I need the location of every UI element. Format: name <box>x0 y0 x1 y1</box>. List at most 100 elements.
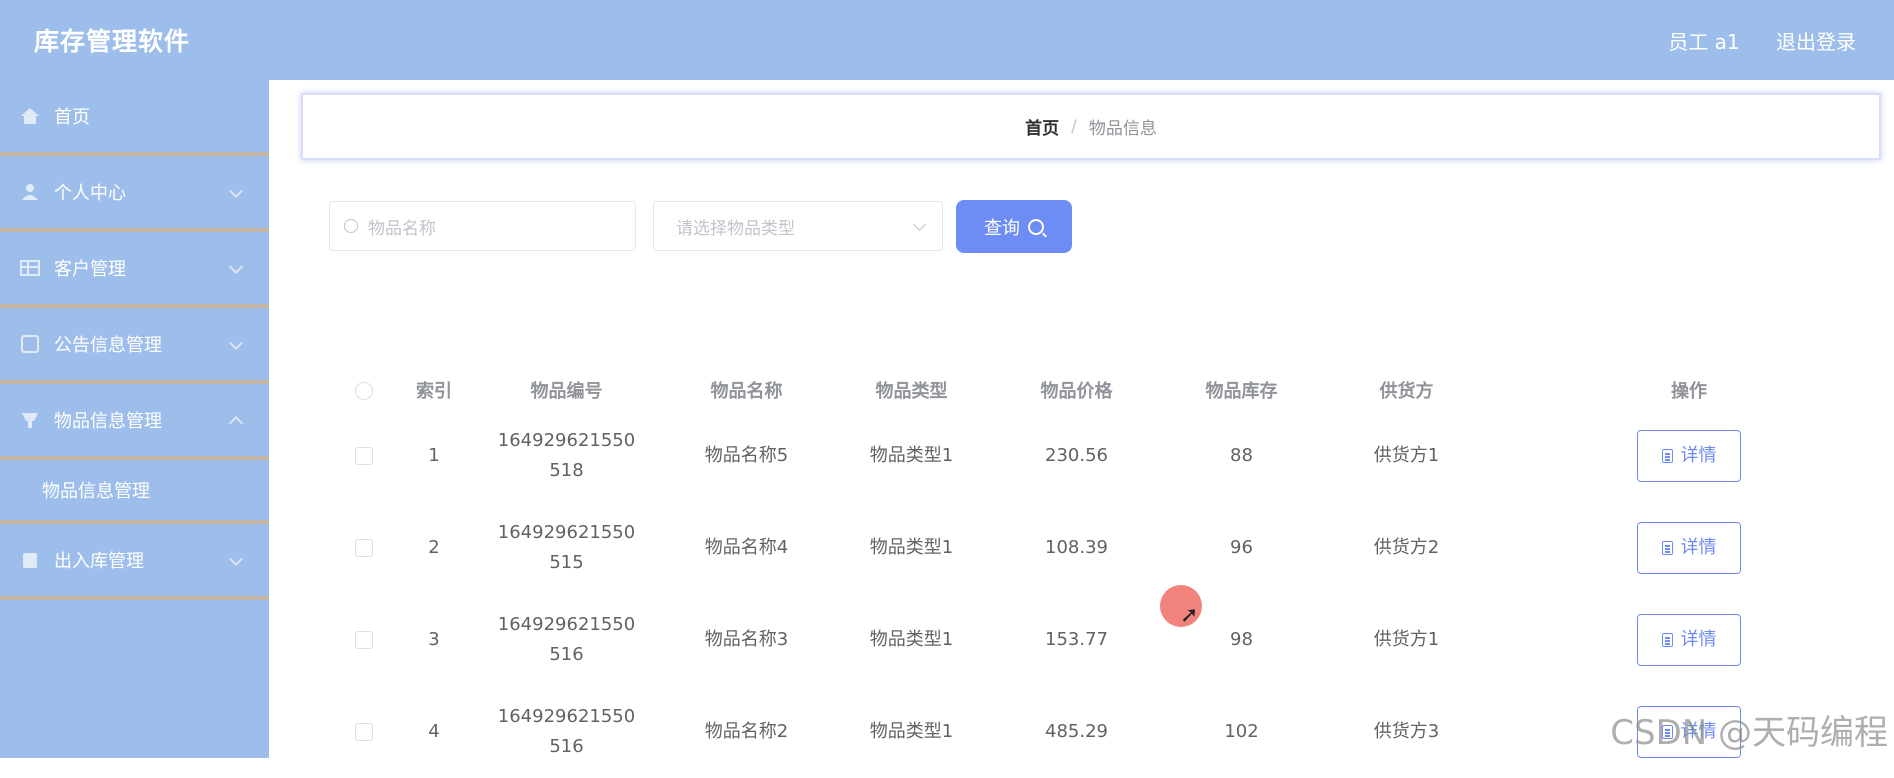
cell-code: 164929621550 515 <box>469 502 664 594</box>
cell-supplier: 供货方1 <box>1373 629 1440 650</box>
warehouse-icon <box>20 551 40 569</box>
cell-index: 4 <box>428 721 440 742</box>
type-select[interactable]: 请选择物品类型 <box>653 201 943 251</box>
document-icon <box>1661 541 1673 555</box>
row-checkbox[interactable] <box>355 539 373 557</box>
search-name-input[interactable]: 物品名称 <box>329 201 636 251</box>
cell-code-line2: 516 <box>549 644 584 665</box>
cell-type: 物品类型1 <box>869 445 954 466</box>
user-area: 员工 a1 退出登录 <box>1638 26 1856 55</box>
chevron-down-icon <box>228 259 244 275</box>
search-icon <box>344 219 358 233</box>
header-name: 物品名称 <box>710 381 783 402</box>
search-name-placeholder: 物品名称 <box>368 218 436 239</box>
cell-code-line2: 518 <box>549 460 584 481</box>
cell-stock: 88 <box>1230 445 1253 466</box>
sidebar-item-label: 出入库管理 <box>54 551 144 572</box>
user-icon <box>20 183 40 201</box>
breadcrumb-separator: / <box>1071 116 1077 137</box>
logout-link[interactable]: 退出登录 <box>1776 30 1856 54</box>
sidebar-subitem-goods-management[interactable]: 物品信息管理 <box>0 460 269 524</box>
select-all-checkbox[interactable] <box>355 381 373 400</box>
detail-button[interactable]: 详情 <box>1637 430 1741 482</box>
header-supplier: 供货方 <box>1379 381 1434 402</box>
cell-price: 485.29 <box>1045 721 1108 742</box>
table-icon <box>20 259 40 277</box>
cell-name: 物品名称3 <box>704 629 789 650</box>
sidebar-item-notices[interactable]: 公告信息管理 <box>0 308 269 384</box>
sidebar-item-label: 首页 <box>54 107 90 128</box>
sidebar-item-label: 客户管理 <box>54 259 126 280</box>
app-title: 库存管理软件 <box>34 27 191 56</box>
chevron-down-icon <box>228 183 244 199</box>
cell-supplier: 供货方3 <box>1373 721 1440 742</box>
detail-button-label: 详情 <box>1680 445 1717 466</box>
cell-code-line1: 164929621550 <box>497 614 636 635</box>
table-row: 1 164929621550 518 物品名称5 物品类型1 230.56 88 … <box>329 410 1889 502</box>
sidebar-item-home[interactable]: 首页 <box>0 80 269 156</box>
header-code: 物品编号 <box>530 381 603 402</box>
cell-price: 153.77 <box>1045 629 1108 650</box>
row-checkbox[interactable] <box>355 447 373 465</box>
cell-index: 2 <box>428 537 440 558</box>
user-label: 员工 a1 <box>1668 30 1740 54</box>
table-row: 2 164929621550 515 物品名称4 物品类型1 108.39 96 … <box>329 502 1889 594</box>
header-actions: 操作 <box>1671 381 1707 402</box>
sidebar-item-profile[interactable]: 个人中心 <box>0 156 269 232</box>
header-type: 物品类型 <box>875 381 948 402</box>
cell-code-line1: 164929621550 <box>497 706 636 727</box>
home-icon <box>20 107 40 125</box>
sidebar: 首页 个人中心 客户管理 公告信息管理 物品信息管理 物品信息管理 出入库管理 <box>0 80 269 758</box>
header-index: 索引 <box>416 381 452 402</box>
breadcrumb-home[interactable]: 首页 <box>1025 114 1059 139</box>
cell-price: 230.56 <box>1045 445 1108 466</box>
detail-button-label: 详情 <box>1680 537 1717 558</box>
cell-type: 物品类型1 <box>869 721 954 742</box>
table-header-row: 索引 物品编号 物品名称 物品类型 物品价格 物品库存 供货方 操作 <box>329 370 1889 410</box>
cell-stock: 96 <box>1230 537 1253 558</box>
chevron-down-icon <box>228 335 244 351</box>
cell-index: 3 <box>428 629 440 650</box>
header-price: 物品价格 <box>1040 381 1113 402</box>
query-button[interactable]: 查询 <box>956 200 1072 253</box>
watermark: CSDN @天码编程 <box>1610 713 1888 753</box>
row-checkbox[interactable] <box>355 631 373 649</box>
cell-code-line1: 164929621550 <box>497 522 636 543</box>
sidebar-item-customers[interactable]: 客户管理 <box>0 232 269 308</box>
breadcrumb-current: 物品信息 <box>1088 119 1157 139</box>
chevron-up-icon <box>228 415 244 431</box>
chevron-down-icon <box>913 218 926 231</box>
cell-code-line2: 515 <box>549 552 584 573</box>
sidebar-item-label: 个人中心 <box>54 183 126 204</box>
detail-button-label: 详情 <box>1680 629 1717 650</box>
row-checkbox[interactable] <box>355 723 373 741</box>
goods-icon <box>20 411 40 429</box>
cell-stock: 102 <box>1224 721 1259 742</box>
breadcrumb: 首页 / 物品信息 <box>301 93 1881 160</box>
mouse-cursor-icon: ➚ <box>1180 603 1199 628</box>
document-icon <box>1661 633 1673 647</box>
header-stock: 物品库存 <box>1205 381 1278 402</box>
sidebar-item-label: 物品信息管理 <box>54 411 162 432</box>
cell-type: 物品类型1 <box>869 537 954 558</box>
search-icon <box>1028 218 1044 235</box>
sidebar-item-warehouse[interactable]: 出入库管理 <box>0 524 269 600</box>
query-button-label: 查询 <box>984 217 1020 239</box>
cell-code-line1: 164929621550 <box>497 430 636 451</box>
sidebar-item-goods[interactable]: 物品信息管理 <box>0 384 269 460</box>
table-row: 3 164929621550 516 物品名称3 物品类型1 153.77 98 … <box>329 594 1889 686</box>
cell-supplier: 供货方1 <box>1373 445 1440 466</box>
cell-price: 108.39 <box>1045 537 1108 558</box>
cell-name: 物品名称4 <box>704 537 789 558</box>
document-icon <box>1661 449 1673 463</box>
sidebar-item-label: 公告信息管理 <box>54 335 162 356</box>
chevron-down-icon <box>228 551 244 567</box>
cell-name: 物品名称2 <box>704 721 789 742</box>
detail-button[interactable]: 详情 <box>1637 522 1741 574</box>
type-select-placeholder: 请选择物品类型 <box>676 218 795 239</box>
cell-name: 物品名称5 <box>704 445 789 466</box>
cell-index: 1 <box>428 445 440 466</box>
cell-code: 164929621550 516 <box>469 686 664 778</box>
top-bar: 库存管理软件 员工 a1 退出登录 <box>0 0 1894 80</box>
detail-button[interactable]: 详情 <box>1637 614 1741 666</box>
